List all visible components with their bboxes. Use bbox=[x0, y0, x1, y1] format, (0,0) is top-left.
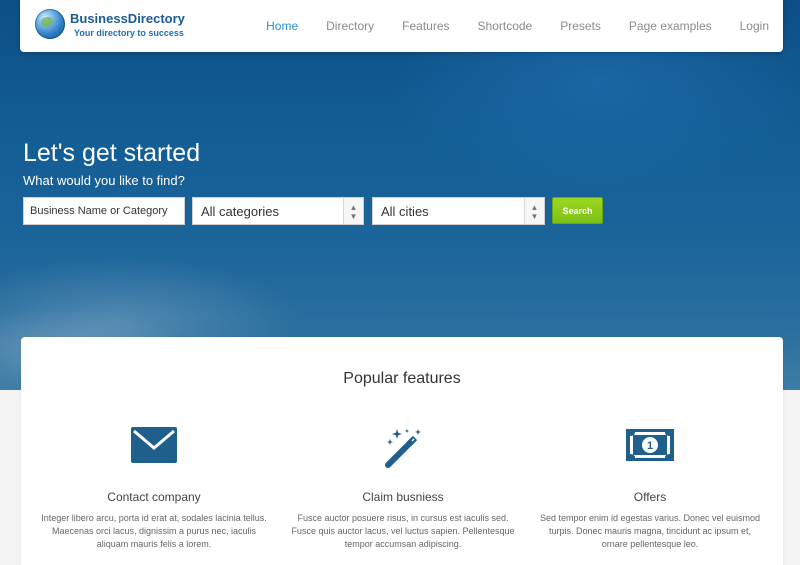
feature-contact-company: Contact company Integer libero arcu, por… bbox=[39, 427, 269, 551]
select-arrows-icon: ▲ ▼ bbox=[343, 198, 363, 224]
nav-item-features[interactable]: Features bbox=[402, 19, 449, 33]
svg-text:1: 1 bbox=[647, 440, 653, 452]
category-select[interactable]: All categories ▲ ▼ bbox=[192, 197, 364, 225]
nav-item-shortcode[interactable]: Shortcode bbox=[478, 19, 533, 33]
magic-wand-icon bbox=[385, 429, 421, 468]
city-select[interactable]: All cities ▲ ▼ bbox=[372, 197, 545, 225]
envelope-icon bbox=[131, 427, 177, 463]
feature-title[interactable]: Contact company bbox=[39, 490, 269, 504]
hero-subtitle: What would you like to find? bbox=[23, 173, 185, 188]
feature-description: Fusce auctor posuere risus, in cursus es… bbox=[291, 513, 515, 549]
search-input[interactable] bbox=[23, 197, 185, 225]
hero-title: Let's get started bbox=[23, 139, 201, 167]
hero-banner bbox=[0, 0, 800, 390]
nav-item-presets[interactable]: Presets bbox=[560, 19, 601, 33]
search-button[interactable]: Search bbox=[552, 197, 603, 224]
feature-title[interactable]: Claim busniess bbox=[288, 490, 518, 504]
city-select-value: All cities bbox=[381, 204, 429, 219]
features-title: Popular features bbox=[343, 370, 461, 387]
feature-claim-business: Claim busniess Fusce auctor posuere risu… bbox=[288, 427, 518, 551]
nav-item-home[interactable]: Home bbox=[266, 19, 298, 33]
money-bill-icon: 1 bbox=[626, 429, 674, 461]
category-select-value: All categories bbox=[201, 204, 280, 219]
feature-description: Sed tempor enim id egestas varius. Donec… bbox=[539, 513, 761, 549]
nav-item-page-examples[interactable]: Page examples bbox=[629, 19, 712, 33]
feature-title[interactable]: Offers bbox=[535, 490, 765, 504]
features-panel: Popular features Contact company Integer… bbox=[21, 337, 783, 565]
select-arrows-icon: ▲ ▼ bbox=[524, 198, 544, 224]
top-navbar: BusinessDirectory Your directory to succ… bbox=[20, 0, 783, 52]
feature-offers: 1 Offers Sed tempor enim id egestas vari… bbox=[535, 427, 765, 551]
nav-item-login[interactable]: Login bbox=[740, 19, 769, 33]
main-nav: Home Directory Features Shortcode Preset… bbox=[238, 0, 769, 52]
logo-tagline: Your directory to success bbox=[74, 28, 184, 38]
feature-description: Integer libero arcu, porta id erat at, s… bbox=[41, 513, 267, 549]
logo-name: BusinessDirectory bbox=[70, 11, 185, 26]
globe-icon bbox=[35, 9, 65, 39]
site-logo[interactable]: BusinessDirectory Your directory to succ… bbox=[35, 9, 215, 43]
nav-item-directory[interactable]: Directory bbox=[326, 19, 374, 33]
